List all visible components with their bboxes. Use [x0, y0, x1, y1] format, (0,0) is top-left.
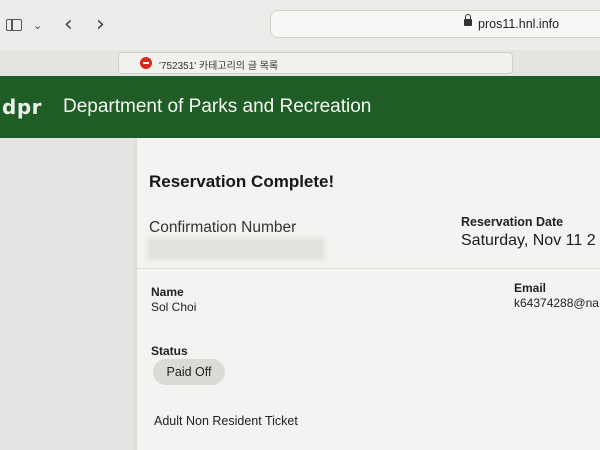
lock-icon [464, 14, 472, 26]
confirmation-number-label: Confirmation Number [149, 219, 297, 236]
browser-tab[interactable]: '752351' 카테고리의 글 목록 [118, 52, 513, 74]
ticket-type: Adult Non Resident Ticket [154, 414, 298, 428]
chevron-down-icon[interactable]: ⌄ [33, 20, 42, 31]
screen: ⌄ ‹ › pros11.hnl.info '752351' 카테고리의 글 목… [0, 0, 600, 450]
reservation-summary: Reservation Complete! Confirmation Numbe… [137, 138, 600, 269]
status-label: Status [151, 344, 188, 358]
tab-title: '752351' 카테고리의 글 목록 [159, 61, 279, 72]
email-label: Email [514, 281, 547, 295]
reservation-card: Reservation Complete! Confirmation Numbe… [136, 138, 600, 450]
confirmation-number-redacted [147, 238, 325, 260]
email-value: k64374288@na [514, 296, 599, 310]
tab-strip: '752351' 카테고리의 글 목록 [0, 50, 600, 76]
address-bar[interactable]: pros11.hnl.info [270, 10, 600, 38]
forward-arrow-icon[interactable]: › [96, 14, 105, 36]
name-value: Sol Choi [151, 300, 197, 314]
sidebar-icon[interactable] [6, 19, 22, 31]
reservation-heading: Reservation Complete! [149, 172, 335, 191]
url-text[interactable]: pros11.hnl.info [478, 17, 559, 31]
site-title[interactable]: Department of Parks and Recreation [63, 96, 371, 118]
dpr-logo[interactable]: dpr [2, 95, 42, 119]
status-badge: Paid Off [153, 359, 225, 385]
site-header: dpr Department of Parks and Recreation [0, 76, 600, 138]
name-label: Name [151, 285, 184, 299]
back-arrow-icon[interactable]: ‹ [64, 14, 73, 36]
favicon-icon [140, 57, 152, 69]
reservation-date-value: Saturday, Nov 11 2 [461, 232, 596, 249]
browser-toolbar: ⌄ ‹ › pros11.hnl.info [0, 0, 600, 51]
reservation-date-label: Reservation Date [461, 215, 564, 229]
